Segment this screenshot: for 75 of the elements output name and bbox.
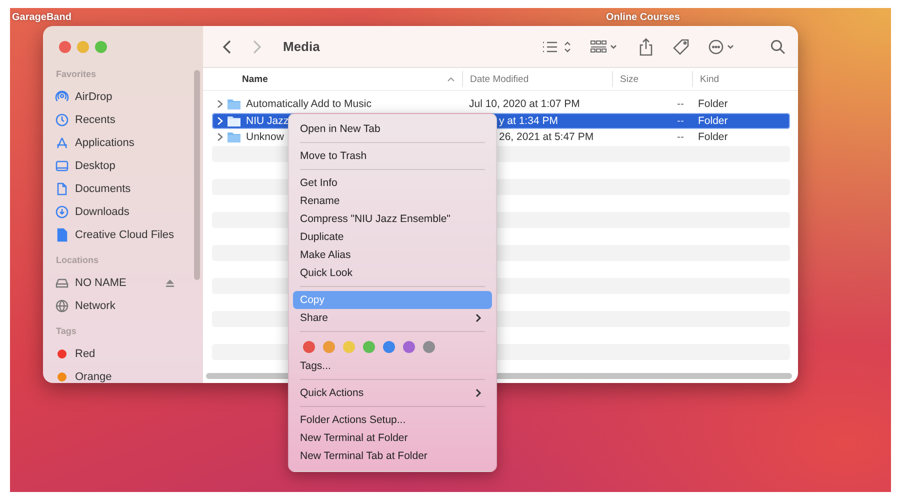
date-modified: y at 1:34 PM xyxy=(499,114,558,127)
column-header[interactable]: Name xyxy=(203,71,462,87)
file-kind: Folder xyxy=(698,114,728,127)
file-size: -- xyxy=(677,131,684,144)
menu-item[interactable]: New Terminal Tab at Folder xyxy=(293,447,492,465)
sidebar-item[interactable]: Desktop xyxy=(55,154,203,177)
tag-color-dot[interactable] xyxy=(303,341,315,353)
eject-icon[interactable] xyxy=(165,278,175,288)
sidebar-item[interactable]: AirDrop xyxy=(55,85,203,108)
folder-label: Online Courses xyxy=(606,12,680,23)
menu-item[interactable]: Move to Trash xyxy=(293,147,492,165)
menu-item[interactable]: Tags... xyxy=(293,357,492,375)
date-modified: Jul 10, 2020 at 1:07 PM xyxy=(469,98,580,110)
file-size: -- xyxy=(677,98,684,110)
tag-color-dot[interactable] xyxy=(383,341,395,353)
scrollbar-thumb[interactable] xyxy=(194,70,200,280)
menu-item[interactable]: Compress "NIU Jazz Ensemble" xyxy=(293,210,492,228)
window-title: Media xyxy=(283,39,320,54)
date-modified: 26, 2021 at 5:47 PM xyxy=(499,131,594,144)
file-name: NIU Jazz xyxy=(246,114,289,127)
menu-item[interactable]: Rename xyxy=(293,192,492,210)
menu-item[interactable]: New Terminal at Folder xyxy=(293,429,492,447)
menu-item[interactable]: Get Info xyxy=(293,174,492,192)
sidebar-item[interactable]: Creative Cloud Files xyxy=(55,223,203,246)
file-kind: Folder xyxy=(698,98,728,110)
clock-icon xyxy=(55,112,69,126)
disclosure-chevron-icon[interactable] xyxy=(216,132,224,142)
folder-icon xyxy=(227,98,241,110)
menu-item[interactable]: Folder Actions Setup... xyxy=(293,411,492,429)
search-icon[interactable] xyxy=(770,38,786,54)
tag-color-dot[interactable] xyxy=(323,341,335,353)
column-header[interactable]: Size xyxy=(612,71,692,87)
app-label: GarageBand xyxy=(12,12,72,23)
menu-item[interactable]: Duplicate xyxy=(293,228,492,246)
tag-icon[interactable] xyxy=(672,38,690,56)
file-name: Automatically Add to Music xyxy=(246,98,372,110)
zoom-button[interactable] xyxy=(95,41,107,53)
sidebar-item[interactable]: Network xyxy=(55,294,203,317)
sort-caret-icon xyxy=(447,76,455,82)
tag-color-dot[interactable] xyxy=(363,341,375,353)
menu-item[interactable]: Quick Look xyxy=(293,264,492,282)
desktop-icon xyxy=(55,158,69,172)
sidebar-item[interactable]: Downloads xyxy=(55,200,203,223)
tag-color-dot[interactable] xyxy=(423,341,435,353)
sidebar-item[interactable]: Documents xyxy=(55,177,203,200)
sidebar-heading: Tags xyxy=(56,326,78,338)
sidebar-heading: Locations xyxy=(56,255,100,267)
apps-icon xyxy=(55,136,69,150)
sidebar-item[interactable]: Orange xyxy=(55,365,203,383)
column-header[interactable]: Kind xyxy=(692,71,798,87)
sidebar-item[interactable]: Red xyxy=(55,342,203,365)
document-icon xyxy=(55,182,69,196)
column-header[interactable]: Date Modified xyxy=(462,71,612,87)
close-button[interactable] xyxy=(59,41,71,53)
sidebar-item[interactable]: Recents xyxy=(55,108,203,131)
folder-icon xyxy=(227,114,241,127)
download-icon xyxy=(55,204,69,218)
folder-icon xyxy=(227,131,241,144)
globe-icon xyxy=(55,298,69,312)
file-icon xyxy=(55,228,69,242)
sidebar-heading: Favorites xyxy=(56,69,98,81)
tag-color-dot[interactable] xyxy=(403,341,415,353)
menu-item[interactable]: Quick Actions xyxy=(293,384,492,402)
file-kind: Folder xyxy=(698,131,728,144)
file-size: -- xyxy=(677,114,684,127)
menu-item[interactable]: Make Alias xyxy=(293,246,492,264)
disclosure-chevron-icon[interactable] xyxy=(216,99,224,110)
sidebar-item[interactable]: NO NAME xyxy=(55,271,203,294)
minimize-button[interactable] xyxy=(77,41,89,53)
file-name: Unknow xyxy=(246,131,284,144)
share-icon[interactable] xyxy=(638,38,654,56)
tag-color-dot[interactable] xyxy=(343,341,355,353)
airdrop-icon xyxy=(55,90,69,104)
sidebar-item[interactable]: Applications xyxy=(55,131,203,154)
menu-item[interactable]: Share xyxy=(293,309,492,327)
